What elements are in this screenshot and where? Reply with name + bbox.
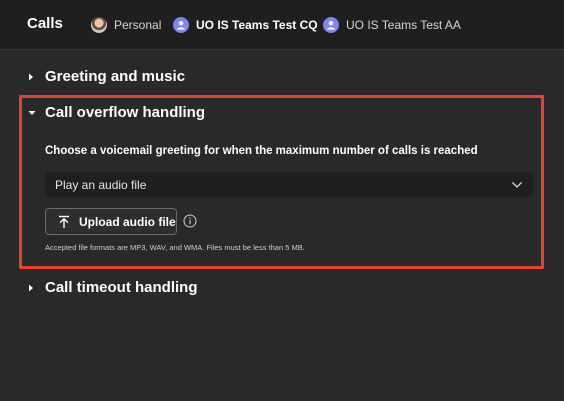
account-team-cq[interactable]: UO IS Teams Test CQ bbox=[173, 16, 318, 34]
account-label: UO IS Teams Test AA bbox=[346, 18, 461, 32]
caret-right-icon bbox=[27, 70, 45, 84]
account-label: Personal bbox=[114, 18, 162, 32]
select-value: Play an audio file bbox=[55, 177, 147, 192]
section-title: Greeting and music bbox=[45, 68, 186, 85]
top-bar: Calls Personal UO IS Teams Test CQ UO IS… bbox=[0, 0, 564, 50]
voicemail-greeting-prompt: Choose a voicemail greeting for when the… bbox=[45, 145, 478, 157]
section-call-overflow-handling[interactable]: Call overflow handling bbox=[27, 104, 205, 121]
team-avatar-icon bbox=[323, 17, 339, 33]
section-greeting-and-music[interactable]: Greeting and music bbox=[27, 68, 185, 85]
upload-button-label: Upload audio file bbox=[79, 214, 176, 229]
team-avatar-icon bbox=[173, 17, 189, 33]
section-call-timeout-handling[interactable]: Call timeout handling bbox=[27, 279, 198, 296]
section-title: Call overflow handling bbox=[45, 104, 206, 121]
account-team-aa[interactable]: UO IS Teams Test AA bbox=[323, 16, 461, 34]
caret-down-icon bbox=[27, 106, 45, 120]
page-title: Calls bbox=[27, 15, 63, 32]
person-avatar bbox=[91, 17, 107, 33]
upload-icon bbox=[57, 215, 71, 229]
caret-right-icon bbox=[27, 281, 45, 295]
section-title: Call timeout handling bbox=[45, 279, 198, 296]
account-label: UO IS Teams Test CQ bbox=[196, 18, 318, 32]
greeting-type-select[interactable]: Play an audio file bbox=[45, 172, 533, 197]
upload-audio-file-button[interactable]: Upload audio file bbox=[45, 208, 177, 235]
account-personal[interactable]: Personal bbox=[91, 16, 161, 34]
info-icon[interactable] bbox=[183, 214, 197, 228]
chevron-down-icon bbox=[511, 179, 523, 193]
file-format-note: Accepted file formats are MP3, WAV, and … bbox=[45, 243, 305, 252]
